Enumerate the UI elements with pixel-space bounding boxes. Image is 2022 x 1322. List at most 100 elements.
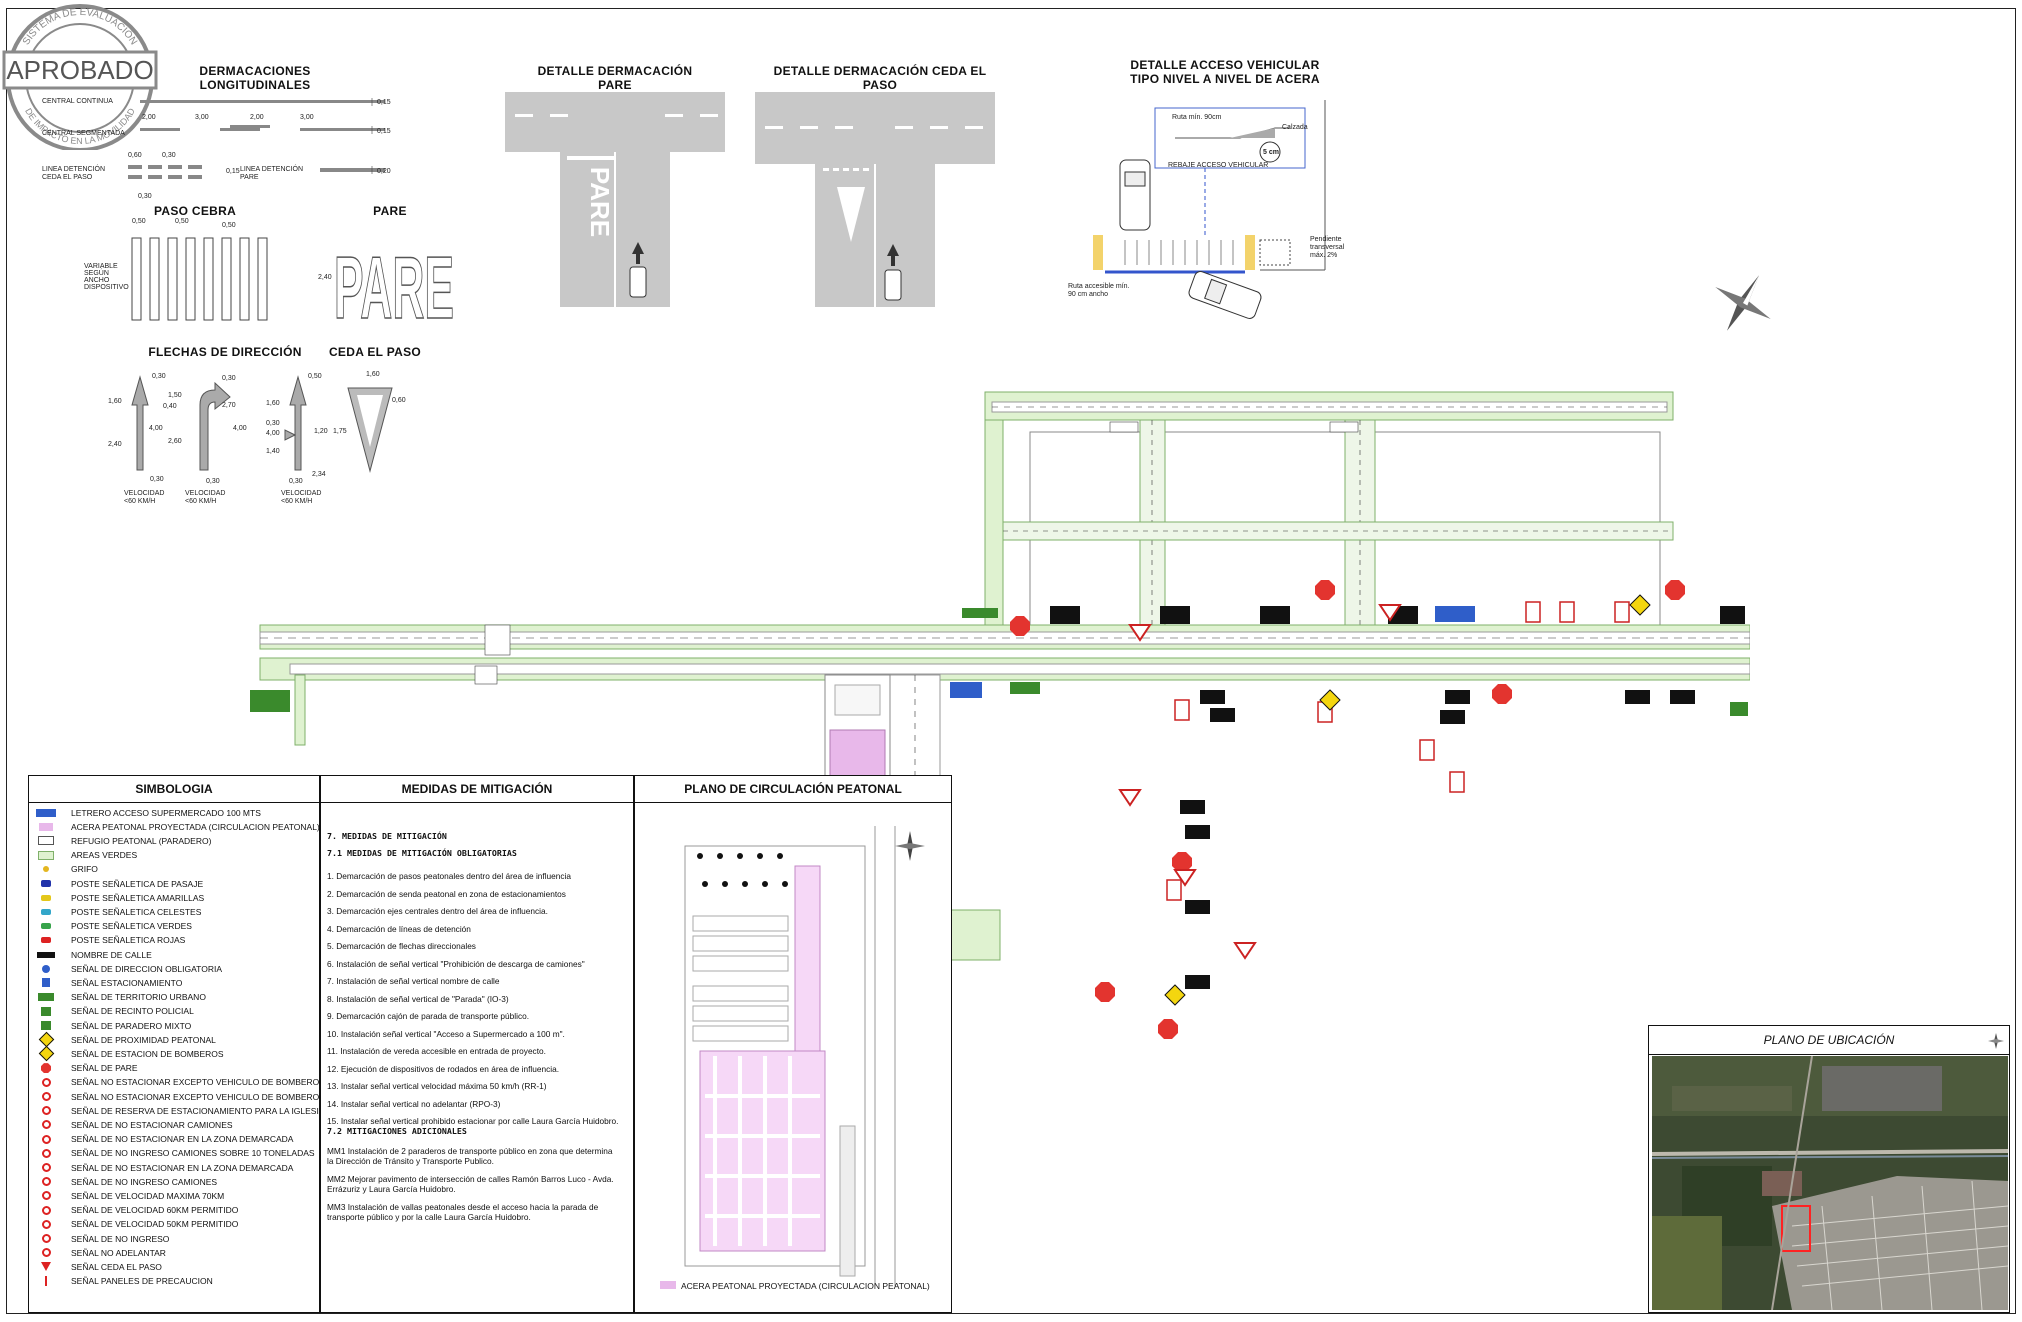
legend-item: SEÑAL DE NO ESTACIONAR EN LA ZONA DEMARC… — [35, 1133, 293, 1146]
legend-label: SEÑAL DE RECINTO POLICIAL — [71, 1006, 194, 1017]
legend-item: GRIFO — [35, 863, 98, 876]
mitigacion-item: 13. Instalar señal vertical velocidad má… — [327, 1081, 547, 1091]
green-area-icon — [35, 850, 57, 861]
legend-label: NOMBRE DE CALLE — [71, 949, 152, 960]
flecha-l-d1: 0,30 — [152, 373, 166, 380]
paso-cebra-diagram — [131, 237, 268, 321]
mitigacion-item: 4. Demarcación de líneas de detención — [327, 923, 471, 934]
legend-label: SEÑAL PANELES DE PRECAUCION — [71, 1276, 213, 1287]
mitigacion-item: 1. Demarcación de pasos peatonales dentr… — [327, 871, 571, 881]
mitigacion-item: 15. Instalar señal vertical prohibido es… — [327, 1116, 619, 1126]
legend-label: SEÑAL DE NO INGRESO — [71, 1233, 170, 1244]
blue-post-icon — [35, 878, 57, 889]
mitigacion-item: 11. Instalación de vereda accesible en e… — [327, 1046, 546, 1056]
circulacion-title: PLANO DE CIRCULACIÓN PEATONAL — [635, 776, 951, 803]
legend-label: SEÑAL DE TERRITORIO URBANO — [71, 992, 206, 1003]
legend-label: SEÑAL NO ESTACIONAR EXCEPTO VEHICULO DE … — [71, 1077, 325, 1088]
circulacion-plan — [660, 826, 925, 1289]
no-parking-fire-icon — [35, 1091, 57, 1102]
circulacion-legend: ACERA PEATONAL PROYECTADA (CIRCULACION P… — [681, 1281, 930, 1291]
acceso-accesible-2: 90 cm ancho — [1068, 291, 1109, 298]
detalle-pare-diagram: PARE — [505, 92, 725, 307]
pedestrian-warning-icon — [35, 1031, 57, 1048]
circulacion-panel: PLANO DE CIRCULACIÓN PEATONAL ACERA PEAT… — [634, 775, 952, 1313]
mitigacion-extra-line: la Dirección de Tránsito y Transporte Pu… — [327, 1156, 494, 1166]
legend-label: SEÑAL DE RESERVA DE ESTACIONAMIENTO PARA… — [71, 1105, 325, 1116]
legend-label: SEÑAL DE NO INGRESO CAMIONES SOBRE 10 TO… — [71, 1148, 315, 1159]
legend-label: SEÑAL DE VELOCIDAD MAXIMA 70KM — [71, 1190, 225, 1201]
cebra-dim-3: 0,50 — [222, 222, 236, 229]
stamp-ring-top: SISTEMA DE EVALUACIÓN — [21, 7, 139, 47]
legend-label: SEÑAL DE NO ESTACIONAR EN LA ZONA DEMARC… — [71, 1162, 294, 1173]
satellite-image — [1652, 1056, 2008, 1310]
pare-word: PARE — [334, 238, 454, 324]
legend-item: POSTE SEÑALETICA VERDES — [35, 920, 192, 933]
title-acceso-2: TIPO NIVEL A NIVEL DE ACERA — [1130, 72, 1320, 86]
legend-item: REFUGIO PEATONAL (PARADERO) — [35, 834, 211, 847]
legend-item: SEÑAL DE TERRITORIO URBANO — [35, 991, 206, 1004]
urban-territory-icon — [35, 992, 57, 1003]
mitigacion-h3: 7.2 MITIGACIONES ADICIONALES — [327, 1126, 467, 1136]
legend-item: POSTE SEÑALETICA DE PASAJE — [35, 877, 203, 890]
legend-label: SEÑAL DE PROXIMIDAD PEATONAL — [71, 1034, 216, 1045]
mitigacion-item: 7. Instalación de señal vertical nombre … — [327, 976, 500, 986]
legend-label: AREAS VERDES — [71, 850, 138, 861]
blue-board-icon — [35, 807, 57, 818]
legend-item: SEÑAL DE PARE — [35, 1062, 138, 1075]
cebra-var-3: ANCHO — [84, 277, 110, 284]
lbl-central-continua: CENTRAL CONTINUA — [42, 98, 113, 105]
flecha-m-d6: 2,60 — [168, 438, 182, 445]
legend-label: SEÑAL DE DIRECCION OBLIGATORIA — [71, 963, 222, 974]
acceso-pend-1: Pendiente — [1310, 236, 1342, 243]
street-name-icon — [35, 949, 57, 960]
vel-2a: VELOCIDAD — [185, 490, 226, 497]
vel-1b: <60 KM/H — [124, 498, 156, 505]
legend-label: ACERA PEATONAL PROYECTADA (CIRCULACION P… — [71, 821, 320, 832]
cebra-var-2: SEGÚN — [84, 270, 109, 277]
bus-stop-sign-icon — [35, 1020, 57, 1031]
caution-panel-icon — [35, 1276, 57, 1287]
pink-area-icon — [35, 821, 57, 832]
mitigacion-panel: MEDIDAS DE MITIGACIÓN 7. MEDIDAS DE MITI… — [320, 775, 634, 1313]
legend-item: POSTE SEÑALETICA CELESTES — [35, 905, 201, 918]
pare-detail-word: PARE — [585, 167, 615, 237]
title-detalle-pare: DETALLE DERMACACIÓN PARE — [537, 64, 693, 92]
vel-1a: VELOCIDAD — [124, 490, 165, 497]
legend-label: SEÑAL DE PARE — [71, 1063, 138, 1074]
legend-item: SEÑAL DE NO ESTACIONAR EN LA ZONA DEMARC… — [35, 1161, 293, 1174]
speed-50-icon — [35, 1219, 57, 1230]
flecha-m-d5: 4,00 — [233, 425, 247, 432]
mitigacion-item: 10. Instalación señal vertical "Acceso a… — [327, 1028, 565, 1039]
mitigacion-extra-line: MM1 Instalación de 2 paraderos de transp… — [327, 1146, 613, 1156]
legend-item: SEÑAL DE NO INGRESO — [35, 1232, 169, 1245]
legend-item: NOMBRE DE CALLE — [35, 948, 152, 961]
legend-item: SEÑAL CEDA EL PASO — [35, 1260, 162, 1273]
yield-sign-icon — [35, 1261, 57, 1272]
legend-item: SEÑAL DE PROXIMIDAD PEATONAL — [35, 1031, 216, 1048]
legend-item: POSTE SEÑALETICA AMARILLAS — [35, 891, 204, 904]
flecha-m-d4: 2,70 — [222, 402, 236, 409]
legend-item: SEÑAL NO ESTACIONAR EXCEPTO VEHICULO DE … — [35, 1090, 325, 1103]
legend-item: ACERA PEATONAL PROYECTADA (CIRCULACION P… — [35, 820, 320, 833]
acceso-cm: 5 cm — [1263, 149, 1279, 156]
vel-2b: <60 KM/H — [185, 498, 217, 505]
legend-label: SEÑAL DE VELOCIDAD 50KM PERMITIDO — [71, 1219, 239, 1230]
parking-sign-icon — [35, 977, 57, 988]
legend-label: POSTE SEÑALETICA ROJAS — [71, 935, 186, 946]
flecha-m-d1: 0,30 — [222, 375, 236, 382]
detalle-ceda-diagram — [755, 92, 995, 307]
acceso-pend-2: transversal — [1310, 244, 1345, 251]
acceso-pend-3: máx. 2% — [1310, 252, 1338, 259]
legend-label: SEÑAL ESTACIONAMIENTO — [71, 977, 183, 988]
speed-70-icon — [35, 1190, 57, 1201]
mitigacion-title: MEDIDAS DE MITIGACIÓN — [321, 776, 633, 803]
legend-label: SEÑAL DE VELOCIDAD 60KM PERMITIDO — [71, 1205, 239, 1216]
legend-label: GRIFO — [71, 864, 98, 875]
flecha-m-d2: 1,50 — [168, 392, 182, 399]
legend-item: SEÑAL DE NO INGRESO CAMIONES SOBRE 10 TO… — [35, 1147, 315, 1160]
legend-label: SEÑAL DE PARADERO MIXTO — [71, 1020, 192, 1031]
legend-item: SEÑAL DE NO INGRESO CAMIONES — [35, 1175, 217, 1188]
legend-label: POSTE SEÑALETICA CELESTES — [71, 906, 202, 917]
flecha-m-d7: 0,30 — [206, 478, 220, 485]
legend-item: SEÑAL DE ESTACION DE BOMBEROS — [35, 1046, 224, 1062]
